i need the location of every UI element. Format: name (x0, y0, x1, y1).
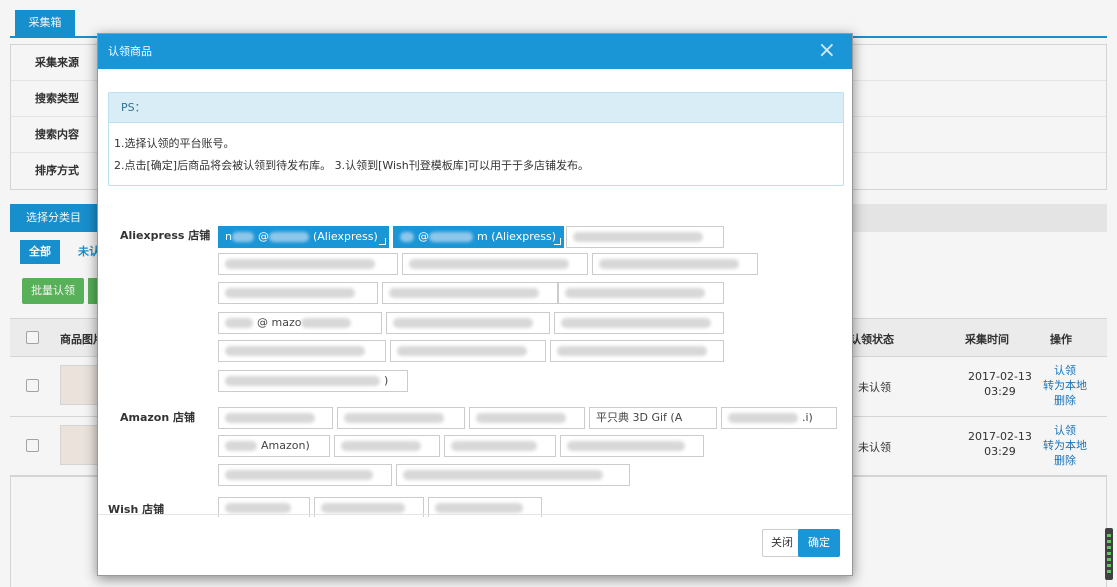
account-option[interactable] (218, 253, 398, 275)
account-option[interactable]: Amazon) (218, 435, 330, 457)
account-option[interactable]: @ mazo (218, 312, 382, 334)
account-option[interactable] (592, 253, 758, 275)
account-option[interactable] (558, 282, 724, 304)
account-option[interactable] (218, 464, 392, 486)
dialog-title: 认领商品 (108, 45, 152, 58)
account-option[interactable] (218, 282, 378, 304)
claim-product-dialog: 认领商品 × PS： 1.选择认领的平台账号。 2.点击[确定]后商品将会被认领… (97, 33, 853, 576)
dialog-header: 认领商品 × (98, 34, 852, 69)
account-fragment: .i) (802, 411, 813, 424)
account-option[interactable] (560, 435, 704, 457)
close-button[interactable]: 关闭 (762, 529, 802, 557)
ps-info-panel: PS： 1.选择认领的平台账号。 2.点击[确定]后商品将会被认领到待发布库。 … (108, 92, 844, 186)
account-option[interactable] (218, 340, 386, 362)
dialog-footer: 关闭 确定 (98, 514, 852, 575)
account-platform: (Aliexpress) (312, 230, 378, 243)
confirm-button[interactable]: 确定 (798, 529, 840, 557)
aliexpress-store-label: Aliexpress 店铺 (120, 229, 211, 242)
account-option[interactable] (396, 464, 630, 486)
account-option[interactable]: .i) (721, 407, 837, 429)
account-platform: m (Aliexpress) (477, 230, 557, 243)
account-option[interactable]: 平只典 3D Gif (A (589, 407, 717, 429)
account-option[interactable]: ) (218, 370, 408, 392)
ps-title: PS： (109, 93, 843, 123)
account-fragment: Amazon) (261, 439, 310, 452)
dialog-body: PS： 1.选择认领的平台账号。 2.点击[确定]后商品将会被认领到待发布库。 … (98, 69, 852, 517)
account-option-selected[interactable]: @ m (Aliexpress) (393, 226, 564, 248)
account-option[interactable] (554, 312, 724, 334)
account-option[interactable] (382, 282, 558, 304)
close-icon[interactable]: × (818, 37, 836, 65)
account-fragment: ) (384, 374, 389, 387)
account-option-selected[interactable]: n @ (Aliexpress) (218, 226, 389, 248)
account-option[interactable] (550, 340, 724, 362)
account-at: @ (418, 230, 429, 243)
amazon-store-label: Amazon 店铺 (120, 411, 196, 424)
account-fragment: 平只典 3D Gif (A (596, 411, 683, 424)
ps-line-1: 1.选择认领的平台账号。 (114, 137, 235, 150)
account-option[interactable] (444, 435, 556, 457)
account-fragment: @ mazo (257, 316, 302, 329)
account-prefix: n (225, 230, 232, 243)
account-option[interactable] (390, 340, 546, 362)
account-at: @ (257, 230, 269, 243)
account-option[interactable] (337, 407, 465, 429)
account-option[interactable] (402, 253, 588, 275)
account-option[interactable] (218, 407, 333, 429)
ps-line-2: 2.点击[确定]后商品将会被认领到待发布库。 3.认领到[Wish刊登模板库]可… (114, 159, 590, 172)
account-option[interactable] (334, 435, 440, 457)
account-option[interactable] (386, 312, 550, 334)
account-option[interactable] (566, 226, 724, 248)
account-option[interactable] (469, 407, 585, 429)
